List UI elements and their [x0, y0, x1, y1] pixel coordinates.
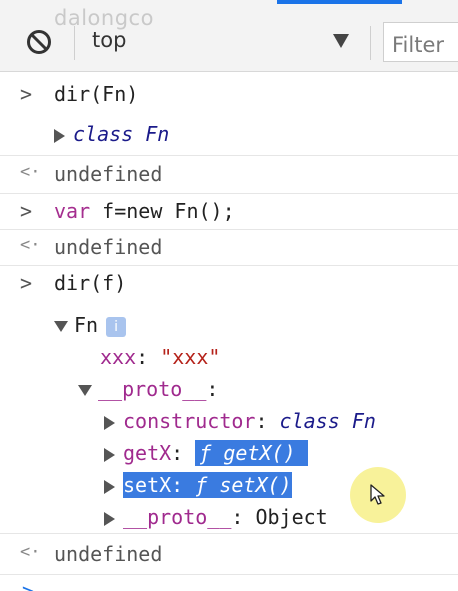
- clear-console-icon[interactable]: [25, 28, 53, 56]
- selected-text: ƒ getX(): [195, 440, 308, 466]
- result-prompt: <·: [20, 235, 41, 255]
- expand-arrow-icon[interactable]: [104, 447, 115, 462]
- result-value: undefined: [54, 162, 163, 186]
- tree-node-proto-object[interactable]: __proto__: Object: [104, 505, 328, 529]
- property-xxx: xxx: "xxx": [100, 345, 221, 369]
- expand-arrow-icon[interactable]: [104, 511, 115, 526]
- console-input-row: > var f=new Fn();: [0, 194, 458, 230]
- mouse-cursor-icon: [370, 484, 385, 505]
- watermark: dalongco: [54, 6, 154, 30]
- expand-arrow-icon[interactable]: [104, 479, 115, 494]
- toolbar-divider: [370, 26, 371, 60]
- input-prompt: >: [20, 271, 33, 295]
- result-value: undefined: [54, 542, 163, 566]
- expand-arrow-icon[interactable]: [104, 415, 115, 430]
- collapse-arrow-icon[interactable]: [78, 385, 92, 396]
- expand-arrow-icon[interactable]: [54, 128, 65, 143]
- input-code: dir(Fn): [54, 82, 139, 106]
- console-input-row: > dir(Fn): [0, 72, 458, 115]
- result-value: undefined: [54, 235, 163, 259]
- console-result-row: <· undefined: [0, 230, 458, 266]
- tree-node-setx[interactable]: setX: ƒ setX(): [104, 472, 292, 498]
- console-toolbar: dalongco top: [0, 0, 458, 72]
- input-code: var f=new Fn();: [54, 199, 235, 223]
- context-selector[interactable]: top: [92, 28, 126, 52]
- console-input-prompt[interactable]: >: [22, 579, 34, 591]
- caret-down-icon[interactable]: [333, 34, 349, 48]
- tree-node-fn[interactable]: Fn i: [54, 313, 127, 337]
- input-prompt: >: [20, 82, 33, 106]
- filter-input[interactable]: [383, 22, 458, 62]
- console-result-row: <· undefined: [0, 156, 458, 194]
- selected-text: setX: ƒ setX(): [123, 472, 292, 498]
- devtools-console: dalongco top > dir(Fn) class Fn <· undef…: [0, 0, 458, 591]
- tree-node-proto[interactable]: __proto__:: [78, 377, 218, 401]
- result-prompt: <·: [20, 542, 41, 562]
- tree-node-getx[interactable]: getX: ƒ getX(): [104, 440, 308, 466]
- console-result-row: <· undefined: [0, 534, 458, 575]
- active-tab-indicator: [277, 0, 402, 4]
- tree-node-class-fn[interactable]: class Fn: [54, 122, 169, 146]
- input-prompt: >: [20, 199, 33, 223]
- console-output-row: class Fn: [0, 115, 458, 156]
- collapse-arrow-icon[interactable]: [54, 321, 68, 332]
- toolbar-divider: [74, 26, 75, 60]
- info-icon[interactable]: i: [106, 316, 127, 337]
- input-code: dir(f): [54, 271, 127, 295]
- result-prompt: <·: [20, 162, 41, 182]
- tree-node-constructor[interactable]: constructor: class Fn: [104, 409, 376, 433]
